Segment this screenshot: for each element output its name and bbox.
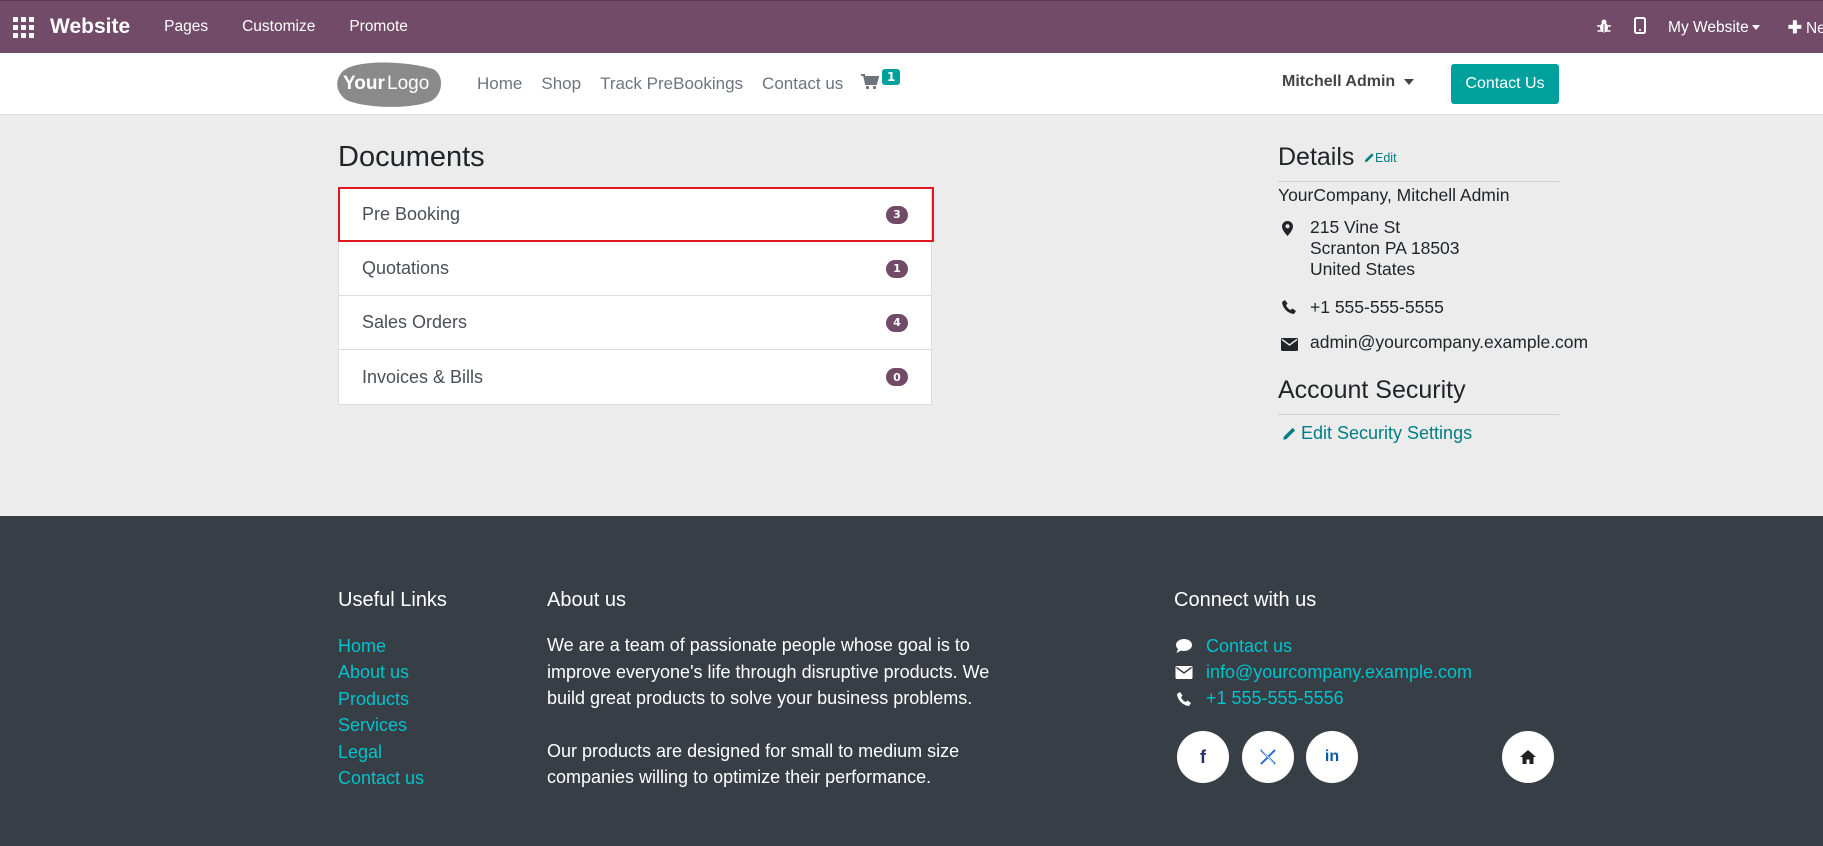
admin-menu-customize[interactable]: Customize (242, 18, 315, 36)
envelope-icon (1175, 666, 1193, 680)
account-security-title: Account Security (1278, 376, 1466, 404)
new-label: New (1805, 19, 1823, 37)
footer-link-home[interactable]: Home (338, 633, 424, 659)
connect-item-contact: Contact us (1174, 633, 1472, 659)
facebook-icon[interactable]: f (1177, 731, 1229, 783)
phone-number: +1 555-555-5555 (1310, 297, 1444, 317)
logo-text-logo: Logo (387, 73, 429, 94)
details-divider (1278, 181, 1559, 182)
doc-count-badge: 3 (886, 205, 908, 224)
address-line: 215 Vine St (1310, 217, 1401, 237)
website-selector[interactable]: My Website (1668, 19, 1760, 37)
email-address: admin@yourcompany.example.com (1310, 332, 1589, 352)
admin-menu: Pages Customize Promote (150, 18, 428, 36)
phone-icon (1282, 299, 1296, 318)
edit-security-settings-link[interactable]: Edit Security Settings (1282, 423, 1472, 444)
details-title: Details (1278, 143, 1355, 171)
footer-link-legal[interactable]: Legal (338, 739, 424, 765)
connect-list: Contact us info@yourcompany.example.com … (1174, 633, 1472, 712)
admin-bar-right: My Website ✚New (1596, 1, 1823, 54)
edit-label: Edit (1375, 151, 1397, 165)
doc-count-badge: 4 (886, 313, 908, 332)
company-logo[interactable]: Your Logo (337, 61, 443, 107)
user-name: Mitchell Admin (1282, 73, 1396, 90)
doc-item-sales-orders[interactable]: Sales Orders 4 (339, 296, 931, 350)
address-line: United States (1310, 259, 1416, 279)
doc-item-pre-booking[interactable]: Pre Booking 3 (338, 187, 934, 242)
main-nav: Home Shop Track PreBookings Contact us (477, 53, 862, 115)
footer-link-products[interactable]: Products (338, 686, 424, 712)
connect-title: Connect with us (1174, 589, 1317, 611)
pencil-icon (1283, 427, 1296, 440)
admin-menu-promote[interactable]: Promote (349, 18, 408, 36)
address: 215 Vine St Scranton PA 18503 United Sta… (1310, 217, 1460, 280)
useful-links-title: Useful Links (338, 589, 447, 611)
user-menu[interactable]: Mitchell Admin (1282, 73, 1415, 91)
admin-brand[interactable]: Website (50, 15, 130, 39)
footer-link-about-us[interactable]: About us (338, 659, 424, 685)
bug-icon[interactable] (1596, 18, 1612, 38)
connect-contact-link[interactable]: Contact us (1206, 636, 1292, 657)
nav-shop[interactable]: Shop (541, 74, 581, 94)
documents-list: Pre Booking 3 Quotations 1 Sales Orders … (338, 187, 934, 405)
doc-item-quotations[interactable]: Quotations 1 (339, 242, 931, 296)
footer-link-contact-us[interactable]: Contact us (338, 765, 424, 791)
footer-link-services[interactable]: Services (338, 712, 424, 738)
mobile-icon[interactable] (1634, 17, 1647, 38)
address-line: Scranton PA 18503 (1310, 238, 1460, 258)
cart-count-badge: 1 (882, 69, 901, 85)
pencil-icon (1364, 153, 1374, 163)
connect-phone-link[interactable]: +1 555-555-5556 (1206, 688, 1344, 709)
doc-item-label: Invoices & Bills (362, 366, 484, 387)
connect-item-email: info@yourcompany.example.com (1174, 659, 1472, 685)
doc-item-invoices-bills[interactable]: Invoices & Bills 0 (339, 350, 931, 404)
useful-links: Home About us Products Services Legal Co… (338, 633, 424, 791)
website-selector-label: My Website (1668, 18, 1749, 36)
about-paragraph: We are a team of passionate people whose… (547, 635, 990, 708)
company-name: YourCompany, Mitchell Admin (1278, 185, 1510, 205)
envelope-icon (1281, 336, 1298, 355)
caret-down-icon (1404, 78, 1415, 85)
nav-track-prebookings[interactable]: Track PreBookings (600, 74, 743, 94)
x-icon[interactable] (1242, 731, 1294, 783)
doc-item-label: Quotations (362, 258, 450, 278)
linkedin-icon[interactable]: in (1306, 731, 1358, 783)
edit-details-link[interactable]: Edit (1364, 151, 1397, 165)
documents-title: Documents (338, 141, 485, 173)
about-us-text: We are a team of passionate people whose… (547, 632, 1017, 791)
phone-icon (1177, 691, 1191, 706)
apps-icon[interactable] (12, 16, 34, 38)
contact-us-button[interactable]: Contact Us (1451, 64, 1559, 104)
new-button[interactable]: ✚New (1788, 18, 1823, 38)
about-paragraph: Our products are designed for small to m… (547, 740, 960, 788)
doc-count-badge: 1 (886, 259, 908, 278)
doc-item-label: Pre Booking (362, 204, 461, 224)
cart-icon[interactable] (861, 74, 880, 94)
admin-menu-pages[interactable]: Pages (164, 18, 208, 36)
about-us-title: About us (547, 589, 626, 611)
home-icon[interactable] (1502, 731, 1554, 783)
doc-item-label: Sales Orders (362, 312, 468, 332)
nav-contact-us[interactable]: Contact us (762, 74, 843, 94)
site-header: Your Logo Home Shop Track PreBookings Co… (0, 53, 1823, 115)
nav-home[interactable]: Home (477, 74, 522, 94)
map-marker-icon (1282, 221, 1293, 240)
comment-icon (1176, 639, 1192, 654)
connect-item-phone: +1 555-555-5556 (1174, 686, 1472, 712)
site-footer: Useful Links Home About us Products Serv… (0, 516, 1823, 846)
caret-down-icon (1751, 24, 1760, 30)
connect-email-link[interactable]: info@yourcompany.example.com (1206, 662, 1472, 683)
doc-count-badge: 0 (886, 368, 908, 386)
security-divider (1278, 414, 1559, 415)
logo-text-your: Your (343, 73, 385, 94)
admin-bar: Website Pages Customize Promote My Websi… (0, 0, 1823, 53)
plus-icon: ✚ (1787, 17, 1802, 37)
security-link-label: Edit Security Settings (1301, 423, 1473, 443)
